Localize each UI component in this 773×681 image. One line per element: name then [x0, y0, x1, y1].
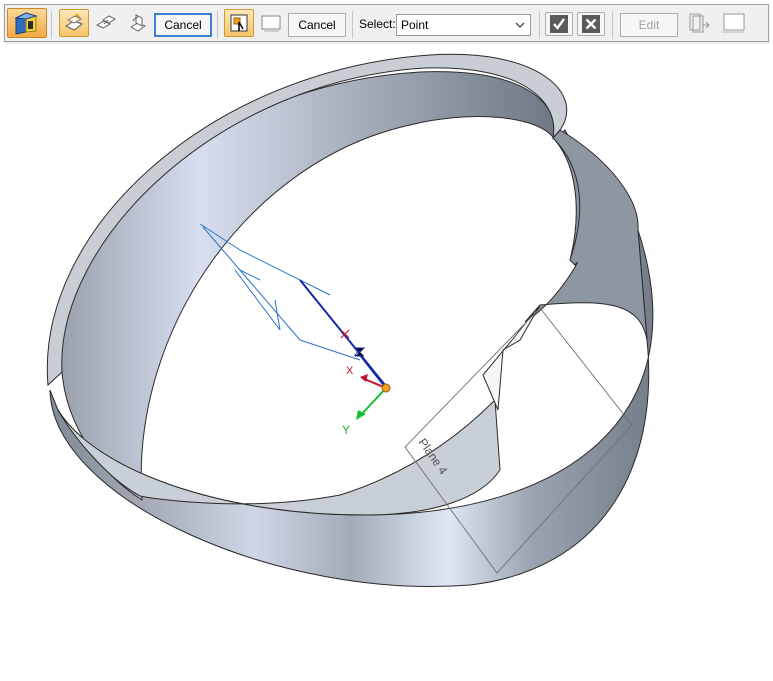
toolbar-separator: [352, 11, 353, 39]
accept-button[interactable]: [545, 12, 573, 36]
select-dropdown[interactable]: Point: [396, 14, 531, 36]
extent-step-button[interactable]: [256, 9, 286, 37]
graphics-viewport[interactable]: Plane 4 Z X Y: [0, 44, 773, 681]
select-label: Select:: [359, 17, 396, 31]
checkmark-icon: [550, 15, 568, 33]
coincident-plane-icon: [64, 13, 84, 31]
parallel-plane-button[interactable]: [91, 9, 121, 37]
origin-point[interactable]: [381, 383, 391, 393]
edit-button[interactable]: Edit: [620, 13, 678, 37]
close-icon: [582, 15, 600, 33]
plane-step-icon: [230, 14, 248, 32]
parallel-plane-icon: [95, 15, 116, 29]
deselect-button[interactable]: [577, 12, 605, 36]
cancel-button[interactable]: Cancel: [154, 13, 212, 37]
part-feature-icon: [14, 12, 38, 35]
chevron-down-icon: [515, 22, 525, 28]
finish-button[interactable]: [718, 9, 750, 37]
select-value: Point: [401, 18, 429, 32]
extent-step-icon: [261, 15, 281, 32]
angled-plane-icon: [129, 14, 147, 32]
plane-step-button[interactable]: [224, 9, 254, 37]
preview-icon: [689, 13, 711, 33]
preview-button[interactable]: [684, 9, 716, 37]
finish-icon: [722, 13, 745, 33]
angled-plane-button[interactable]: [123, 9, 153, 37]
toolbar-separator: [217, 11, 218, 39]
ring-outer-wall-right[interactable]: [524, 129, 648, 341]
axis-x-label: X: [346, 365, 354, 377]
toolbar-separator: [539, 11, 540, 39]
axis-y-label: Y: [342, 423, 350, 437]
toolbar-separator: [51, 11, 52, 39]
cancel-step-button[interactable]: Cancel: [288, 13, 346, 37]
coincident-plane-button[interactable]: [59, 9, 89, 37]
toolbar-separator: [612, 11, 613, 39]
command-bar: Cancel Cancel Select: Point Edit: [4, 4, 769, 42]
part-feature-button[interactable]: [7, 8, 47, 38]
